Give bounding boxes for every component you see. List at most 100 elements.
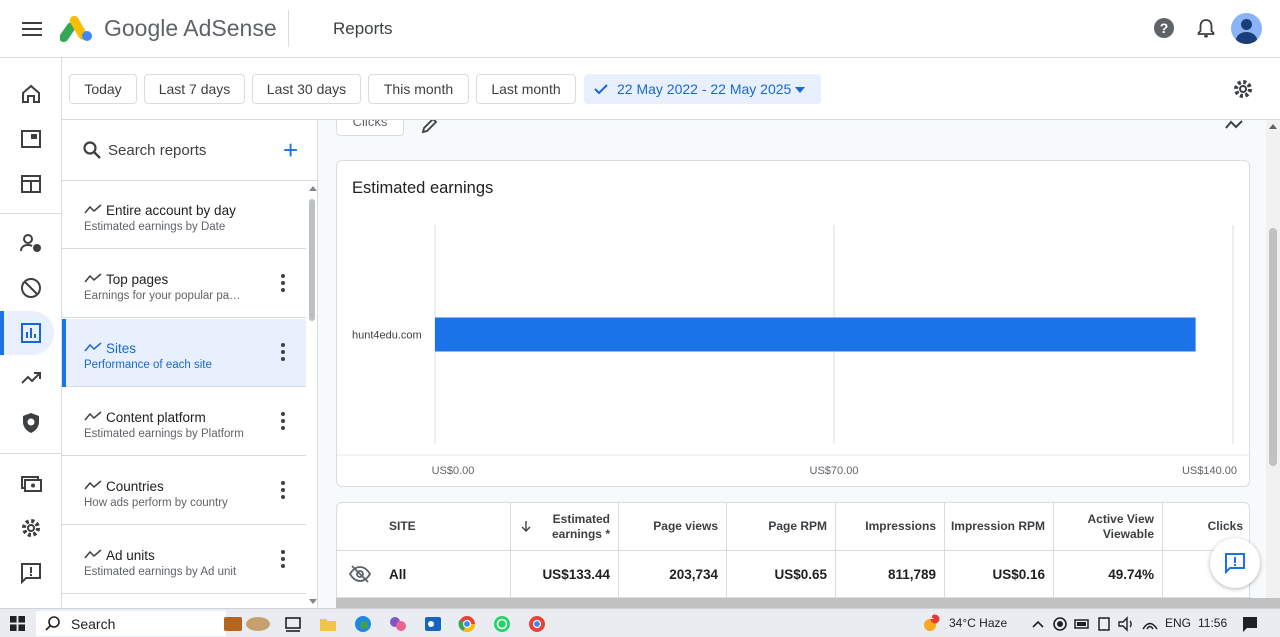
input-language[interactable]: ENG (1165, 616, 1191, 630)
column-header-page-views[interactable]: Page views (618, 503, 726, 550)
add-report-button[interactable]: + (283, 137, 298, 163)
column-header-impressions[interactable]: Impressions (835, 503, 944, 550)
collapse-chart-icon[interactable] (1224, 120, 1244, 132)
more-options-icon[interactable] (278, 343, 288, 363)
windows-start-icon[interactable] (10, 616, 25, 631)
notifications-bell-icon[interactable] (1195, 17, 1217, 39)
brand-name: Google AdSense (104, 15, 277, 41)
y-category-label: hunt4edu.com (352, 330, 422, 342)
home-icon[interactable] (19, 82, 43, 106)
feedback-fab[interactable] (1210, 538, 1260, 588)
checkmark-icon (594, 84, 608, 95)
sparkline-icon (84, 480, 102, 490)
volume-icon[interactable] (1116, 614, 1136, 634)
taskbar-search-box[interactable]: Search (36, 611, 226, 636)
sites-icon[interactable] (19, 172, 43, 196)
report-item-subtitle: How ads perform by country (84, 497, 228, 509)
reports-icon[interactable] (19, 321, 43, 345)
chip-today[interactable]: Today (69, 74, 137, 104)
more-options-icon[interactable] (278, 412, 288, 432)
date-range-label: 22 May 2022 - 22 May 2025 (617, 81, 792, 97)
saved-reports-panel: Search reports + Entire account by day E… (62, 120, 318, 608)
more-options-icon[interactable] (278, 550, 288, 570)
report-item-subtitle: Estimated earnings by Ad unit (84, 566, 237, 578)
more-options-icon[interactable] (278, 481, 288, 501)
report-item-entire-account[interactable]: Entire account by day Estimated earnings… (62, 181, 306, 249)
report-list-scrollbar[interactable] (306, 181, 317, 608)
record-icon[interactable] (1050, 614, 1070, 634)
wifi-icon[interactable] (1140, 614, 1160, 634)
chip-last-month[interactable]: Last month (476, 74, 576, 104)
column-header-estimated-earnings[interactable]: Estimated earnings * (510, 503, 618, 550)
main-menu-icon[interactable] (20, 18, 44, 40)
sparkline-icon (84, 411, 102, 421)
metric-chip-clicks[interactable]: Clicks (336, 120, 404, 136)
ads-icon[interactable] (19, 127, 43, 151)
report-item-subtitle: Performance of each site (84, 359, 212, 371)
feedback-icon (1225, 553, 1245, 574)
table-horizontal-scrollbar[interactable] (336, 598, 1280, 608)
chip-last-30-days[interactable]: Last 30 days (252, 74, 361, 104)
notifications-icon[interactable] (1240, 614, 1260, 634)
bar (435, 317, 1196, 352)
adsense-logo (60, 15, 92, 43)
main-vertical-scrollbar[interactable] (1266, 120, 1280, 598)
file-explorer-icon[interactable] (318, 614, 338, 634)
top-app-bar: Google AdSense Reports ? (0, 0, 1280, 58)
report-item-ad-units[interactable]: Ad units Estimated earnings by Ad unit (62, 526, 306, 594)
account-avatar[interactable] (1231, 13, 1262, 44)
report-item-countries[interactable]: Countries How ads perform by country (62, 457, 306, 525)
cell-page-rpm: US$0.65 (726, 551, 835, 597)
weather-alert-badge: 1 (929, 611, 935, 621)
report-item-title: Content platform (106, 410, 206, 425)
search-reports-input[interactable]: Search reports (108, 142, 206, 159)
report-main-area: Clicks Estimated earnings US$0.00 US$70.0… (318, 120, 1280, 608)
chrome-profile-icon[interactable] (527, 614, 547, 634)
chrome-icon[interactable] (457, 614, 477, 634)
battery-icon[interactable] (1072, 614, 1092, 634)
chip-last-7-days[interactable]: Last 7 days (144, 74, 245, 104)
feedback-icon[interactable] (19, 561, 43, 585)
policy-center-icon[interactable] (19, 411, 43, 435)
date-range-picker[interactable]: 22 May 2022 - 22 May 2025 (584, 74, 821, 104)
search-icon (45, 616, 60, 631)
report-item-subtitle: Estimated earnings by Platform (84, 428, 244, 440)
report-item-sites[interactable]: Sites Performance of each site (62, 319, 306, 387)
svg-text:?: ? (1160, 20, 1169, 36)
chip-this-month[interactable]: This month (368, 74, 469, 104)
report-item-subtitle: Estimated earnings by Date (84, 221, 226, 233)
outlook-icon[interactable] (423, 614, 443, 634)
column-header-active-view[interactable]: Active View Viewable (1053, 503, 1162, 550)
report-settings-gear-icon[interactable] (1231, 77, 1255, 101)
whatsapp-icon[interactable] (492, 614, 512, 634)
edit-pencil-icon[interactable] (421, 120, 439, 134)
show-hidden-icons-chevron-icon[interactable] (1028, 614, 1048, 634)
more-options-icon[interactable] (278, 274, 288, 294)
x-tick-label: US$0.00 (432, 465, 475, 477)
column-header-site[interactable]: SITE (337, 503, 510, 550)
search-highlight-icon[interactable] (222, 614, 272, 634)
task-view-icon[interactable] (283, 614, 303, 634)
copilot-icon[interactable] (388, 614, 408, 634)
edge-browser-icon[interactable] (353, 614, 373, 634)
header-label: Active View Viewable (1087, 511, 1154, 541)
privacy-messaging-icon[interactable] (19, 231, 43, 255)
report-item-content-platform[interactable]: Content platform Estimated earnings by P… (62, 388, 306, 456)
cell-impression-rpm: US$0.16 (944, 551, 1053, 597)
sparkline-icon (84, 204, 102, 214)
report-item-top-pages[interactable]: Top pages Earnings for your popular page… (62, 250, 306, 318)
network-icon[interactable] (1094, 614, 1114, 634)
report-item-title: Ad units (106, 548, 155, 563)
weather-text[interactable]: 34°C Haze (949, 616, 1007, 630)
payments-icon[interactable] (19, 471, 43, 495)
date-filter-bar: Today Last 7 days Last 30 days This mont… (62, 58, 1280, 120)
blocking-controls-icon[interactable] (19, 276, 43, 300)
column-header-page-rpm[interactable]: Page RPM (726, 503, 835, 550)
cell-active-view: 49.74% (1053, 551, 1162, 597)
help-icon[interactable]: ? (1153, 17, 1175, 39)
settings-gear-icon[interactable] (19, 516, 43, 540)
clock-time[interactable]: 11:56 (1198, 616, 1227, 630)
optimization-trending-icon[interactable] (19, 366, 43, 390)
column-header-impression-rpm[interactable]: Impression RPM (944, 503, 1053, 550)
nav-divider (0, 453, 62, 454)
